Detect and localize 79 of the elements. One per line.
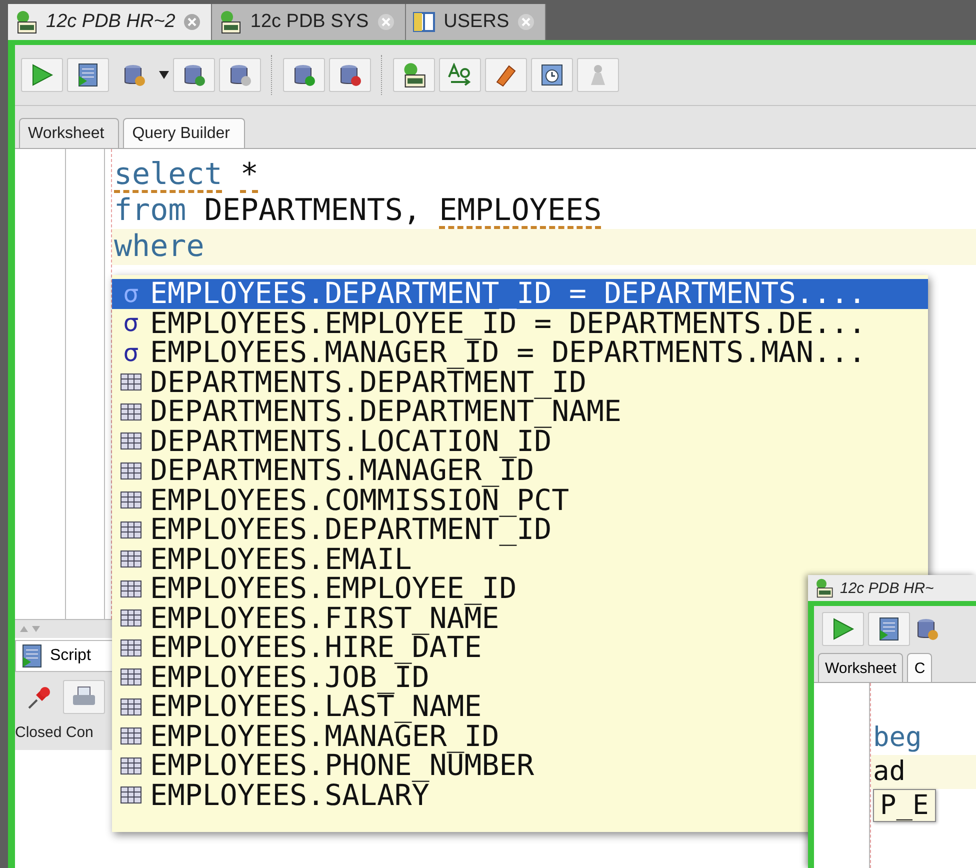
completion-item[interactable]: DEPARTMENTS.MANAGER_ID	[112, 456, 542, 486]
completion-item[interactable]: EMPLOYEES.FIRST_NAME	[112, 604, 508, 633]
code-text: EMPLOYEES	[439, 193, 602, 228]
column-icon	[120, 402, 142, 421]
run-button[interactable]	[21, 58, 63, 92]
completion-item[interactable]: EMPLOYEES.COMMISSION_PCT	[112, 486, 578, 515]
completion-item[interactable]: DEPARTMENTS.DEPARTMENT_ID	[112, 368, 594, 397]
tab-label: Script	[50, 647, 91, 665]
column-icon	[120, 373, 142, 392]
tab-label: 12c PDB SYS	[250, 11, 369, 33]
format-button[interactable]	[439, 58, 481, 92]
column-icon	[120, 550, 142, 568]
editor-tab[interactable]: Query Builder	[123, 118, 246, 148]
document-icon	[76, 62, 100, 88]
code-text: *	[240, 157, 258, 192]
column-icon	[120, 580, 142, 598]
rollback-button[interactable]	[329, 58, 371, 92]
sql-database-icon	[218, 10, 242, 34]
completion-item[interactable]: σ EMPLOYEES.EMPLOYEE_ID = DEPARTMENTS.DE...	[112, 308, 874, 338]
tab-label: USERS	[444, 11, 510, 33]
column-icon	[120, 698, 142, 716]
editor-tab[interactable]: Worksheet	[19, 118, 120, 148]
sigma-icon: σ	[120, 309, 142, 338]
completion-item[interactable]: σ EMPLOYEES.DEPARTMENT_ID = DEPARTMENTS....	[112, 279, 928, 308]
column-icon	[120, 727, 142, 746]
run-button[interactable]	[822, 612, 864, 646]
commit-button[interactable]	[283, 58, 325, 92]
document-tab[interactable]: USERS	[406, 4, 546, 40]
editor-tab[interactable]: Worksheet	[818, 653, 904, 682]
clock-icon	[539, 62, 565, 88]
document-tab[interactable]: 12c PDB HR~2	[8, 4, 212, 40]
history-button[interactable]	[531, 58, 573, 92]
completion-item[interactable]: DEPARTMENTS.LOCATION_ID	[112, 426, 560, 456]
completion-item[interactable]: EMPLOYEES.EMAIL	[112, 544, 420, 574]
tab-label: 12c PDB HR~	[840, 580, 934, 596]
editor-tab[interactable]: C	[907, 653, 932, 682]
sql-database-icon	[814, 578, 834, 598]
document-tab[interactable]: 12c PDB HR~	[808, 575, 976, 601]
column-icon	[120, 609, 142, 628]
caret-icon[interactable]	[159, 71, 169, 79]
column-icon	[120, 491, 142, 510]
sigma-icon: σ	[120, 280, 142, 308]
sigma-icon: σ	[120, 338, 142, 367]
column-icon	[120, 668, 142, 686]
sql-keyword: select	[114, 157, 222, 192]
column-icon	[120, 756, 142, 775]
completion-item[interactable]: σ EMPLOYEES.MANAGER_ID = DEPARTMENTS.MAN...	[112, 338, 874, 368]
completion-item[interactable]: EMPLOYEES.MANAGER_ID	[112, 722, 508, 751]
sql-button[interactable]	[393, 58, 435, 92]
column-icon	[120, 432, 142, 450]
completion-item[interactable]: EMPLOYEES.DEPARTMENT_ID	[112, 515, 560, 544]
completion-item[interactable]: DEPARTMENTS.DEPARTMENT_NAME	[112, 397, 630, 426]
document-tab[interactable]: 12c PDB SYS	[212, 4, 406, 40]
document-icon	[20, 643, 44, 669]
status-text: Closed Con	[15, 722, 115, 750]
column-icon	[120, 520, 142, 539]
search-button[interactable]	[219, 58, 261, 92]
document-icon	[877, 616, 901, 642]
code-text: DEPARTMENTS,	[204, 193, 422, 228]
code-line: beg	[872, 721, 923, 755]
completion-item[interactable]: EMPLOYEES.LAST_NAME	[112, 692, 490, 722]
completion-item[interactable]: EMPLOYEES.PHONE_NUMBER	[112, 751, 542, 780]
clear-button[interactable]	[485, 58, 527, 92]
pin-icon[interactable]	[27, 684, 53, 710]
sql-keyword: from	[114, 193, 186, 228]
sql-keyword: where	[114, 229, 204, 264]
run-script-button[interactable]	[868, 612, 910, 646]
run-script-button[interactable]	[67, 58, 109, 92]
column-icon	[120, 786, 142, 804]
column-icon	[120, 638, 142, 657]
completion-field[interactable]: P_E	[873, 789, 936, 822]
sql-database-icon	[14, 10, 38, 34]
letters-icon	[447, 63, 473, 87]
table-icon	[412, 10, 436, 34]
tab-label: 12c PDB HR~2	[46, 11, 176, 33]
column-icon	[120, 462, 142, 480]
completion-item[interactable]: EMPLOYEES.SALARY	[112, 780, 438, 810]
completion-item[interactable]: EMPLOYEES.EMPLOYEE_ID	[112, 574, 525, 604]
explain-button[interactable]	[173, 58, 215, 92]
